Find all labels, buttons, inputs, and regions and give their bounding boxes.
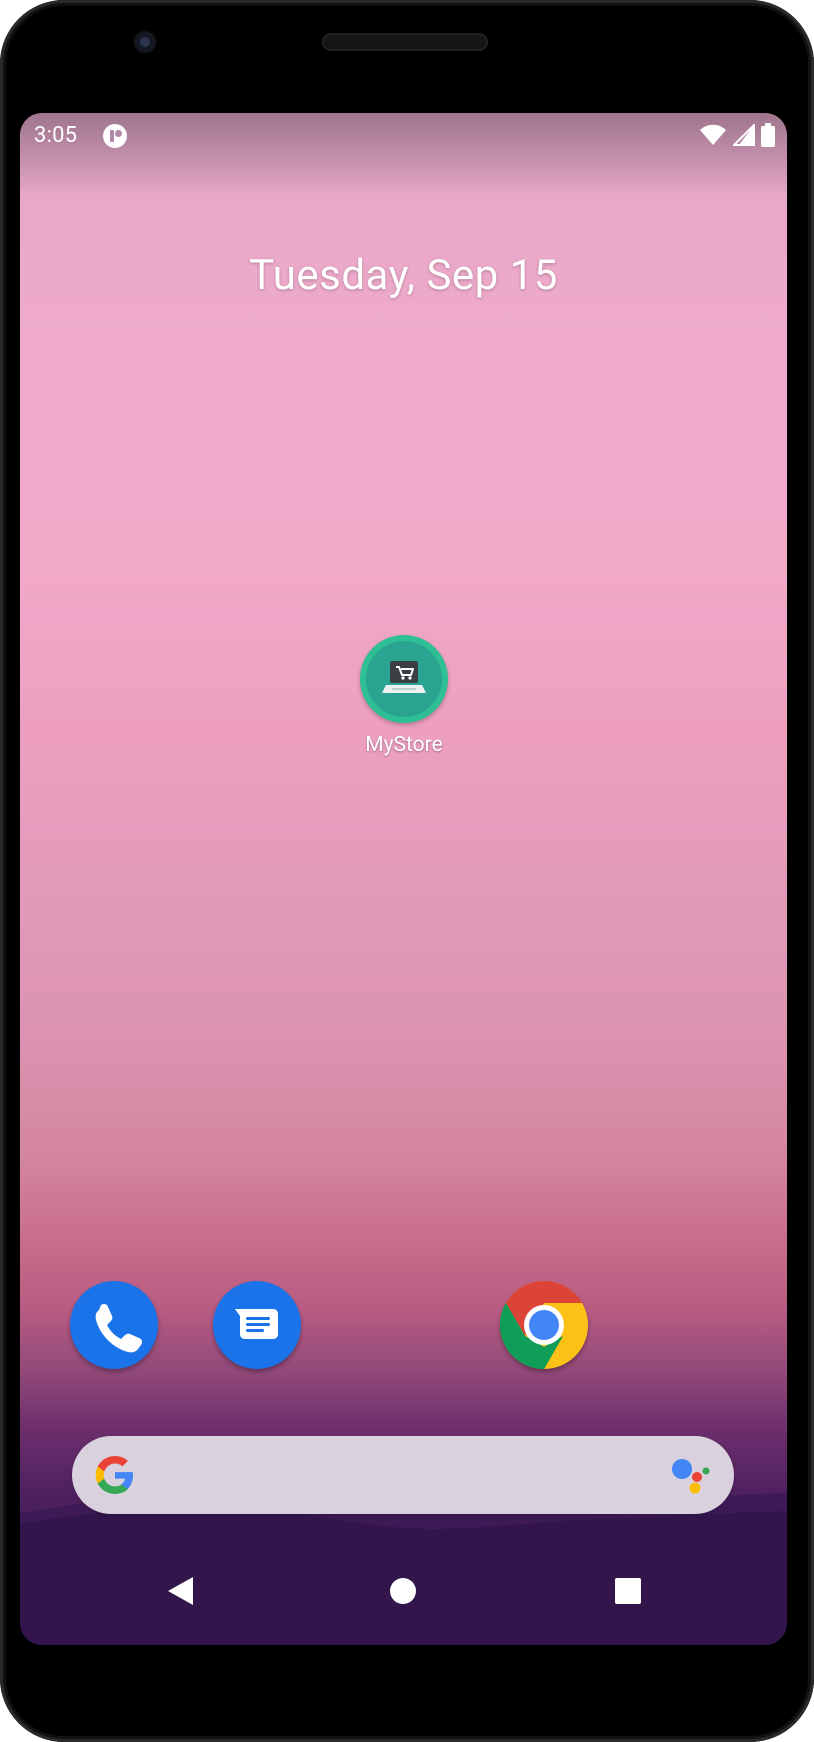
phone-device: 3:05 Tuesday, Sep 15 MyStore xyxy=(0,0,814,1742)
navigation-bar xyxy=(20,1553,787,1633)
app-label-mystore: MyStore xyxy=(365,733,443,757)
messages-icon xyxy=(235,1309,278,1339)
battery-icon xyxy=(761,123,775,147)
wifi-icon xyxy=(700,124,726,145)
store-laptop-cart-icon[interactable] xyxy=(360,635,448,723)
back-button[interactable] xyxy=(160,1571,200,1611)
cell-signal-icon xyxy=(733,124,755,146)
dock-chrome[interactable] xyxy=(500,1281,588,1369)
status-bar: 3:05 xyxy=(20,113,787,157)
home-icon xyxy=(390,1578,416,1604)
phone-icon xyxy=(95,1303,143,1353)
home-screen: 3:05 Tuesday, Sep 15 MyStore xyxy=(20,113,787,1645)
home-button[interactable] xyxy=(383,1571,423,1611)
google-g-icon[interactable] xyxy=(92,1452,138,1498)
laptop-cart-glyph xyxy=(382,661,426,693)
app-mystore[interactable]: MyStore xyxy=(354,635,454,757)
google-assistant-icon[interactable] xyxy=(670,1456,712,1496)
recents-button[interactable] xyxy=(608,1571,648,1611)
front-camera xyxy=(133,30,157,54)
dock-phone[interactable] xyxy=(70,1281,158,1369)
status-icons xyxy=(699,123,775,147)
recents-icon xyxy=(615,1578,641,1604)
chrome-icon xyxy=(500,1281,588,1369)
notification-app-icon xyxy=(103,124,127,148)
date-widget[interactable]: Tuesday, Sep 15 xyxy=(20,251,787,300)
dock-messages[interactable] xyxy=(213,1281,301,1369)
earpiece-speaker xyxy=(322,33,488,51)
status-time: 3:05 xyxy=(34,123,78,148)
google-search-bar[interactable] xyxy=(72,1436,734,1514)
back-icon xyxy=(168,1577,193,1605)
